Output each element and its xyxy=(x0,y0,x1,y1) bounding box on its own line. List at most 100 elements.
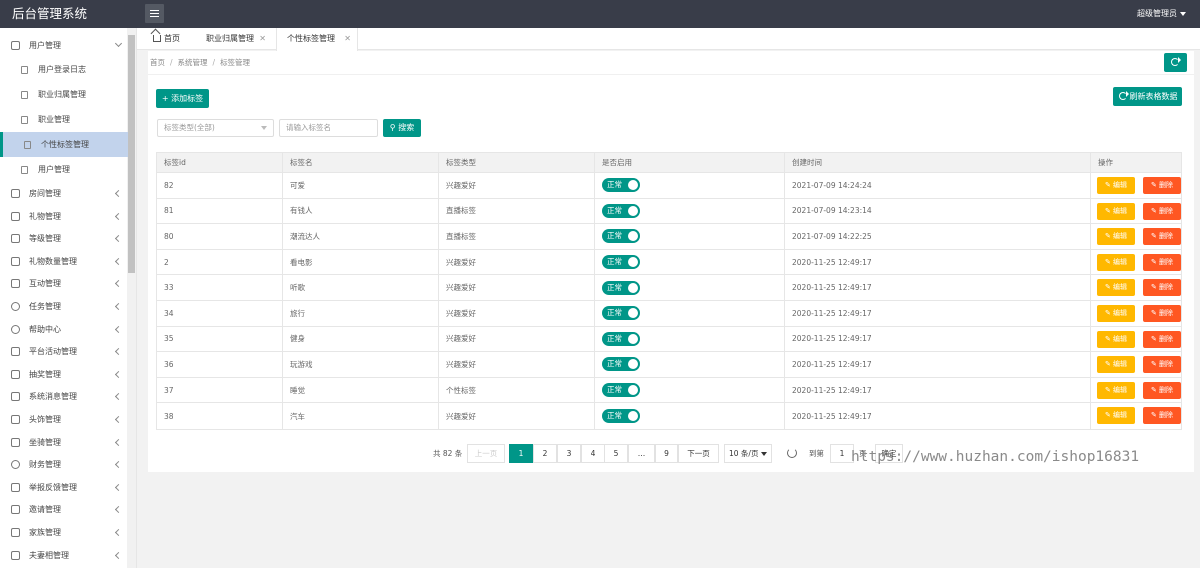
delete-button[interactable]: ✎ 删除 xyxy=(1143,253,1181,271)
tab-personal-tag[interactable]: 个性标签管理 ✕ xyxy=(276,28,358,51)
status-label: 正常 xyxy=(607,205,622,215)
refresh-icon xyxy=(1119,91,1129,100)
grid-icon xyxy=(11,505,20,515)
cell-actions: ✎ 编辑 ✎ 删除 xyxy=(1090,300,1183,326)
sidebar-item[interactable]: 邀请管理 xyxy=(0,499,128,521)
sidebar-subitem[interactable]: 用户管理 xyxy=(0,157,128,182)
page-button[interactable]: 9 xyxy=(655,444,678,463)
pencil-icon: ✎ xyxy=(1104,411,1111,420)
edit-button[interactable]: ✎ 编辑 xyxy=(1097,381,1135,399)
status-toggle[interactable]: 正常 xyxy=(602,357,640,372)
sidebar-subitem[interactable]: 职业归属管理 xyxy=(0,82,128,107)
sidebar-item[interactable]: 礼物管理 xyxy=(0,206,128,228)
refresh-page-button[interactable] xyxy=(1164,53,1187,72)
delete-label: 删除 xyxy=(1159,385,1174,394)
user-menu[interactable]: 超级管理员 xyxy=(1137,0,1186,28)
sidebar-item[interactable]: 平台活动管理 xyxy=(0,341,128,363)
sidebar-item[interactable]: 互动管理 xyxy=(0,273,128,295)
tab-home[interactable]: 首页 xyxy=(143,28,191,50)
refresh-icon[interactable] xyxy=(787,448,797,458)
breadcrumb-system[interactable]: 系统管理 xyxy=(178,58,208,67)
sidebar-item[interactable]: 系统消息管理 xyxy=(0,386,128,408)
delete-button[interactable]: ✎ 删除 xyxy=(1143,381,1181,399)
delete-button[interactable]: ✎ 删除 xyxy=(1143,304,1181,322)
status-toggle[interactable]: 正常 xyxy=(602,383,640,398)
warning-icon xyxy=(11,482,20,492)
sidebar-item[interactable]: 夫妻相管理 xyxy=(0,545,128,567)
add-tag-button[interactable]: + 添加标签 xyxy=(156,89,209,108)
cell-id: 81 xyxy=(164,206,174,216)
tag-name-input[interactable]: 请输入标签名 xyxy=(279,119,378,137)
edit-button[interactable]: ✎ 编辑 xyxy=(1097,253,1135,271)
sidebar-item[interactable]: 家族管理 xyxy=(0,522,128,544)
status-toggle[interactable]: 正常 xyxy=(602,203,640,218)
edit-button[interactable]: ✎ 编辑 xyxy=(1097,279,1135,297)
menu-toggle-button[interactable] xyxy=(145,4,164,23)
sidebar-item[interactable]: 等级管理 xyxy=(0,228,128,250)
sidebar-item[interactable]: 任务管理 xyxy=(0,296,128,318)
edit-button[interactable]: ✎ 编辑 xyxy=(1097,228,1135,246)
document-icon xyxy=(21,66,28,74)
sidebar-scrollbar[interactable] xyxy=(127,28,136,568)
edit-button[interactable]: ✎ 编辑 xyxy=(1097,304,1135,322)
sidebar-subitem[interactable]: 个性标签管理 xyxy=(0,132,128,157)
cell-id: 37 xyxy=(164,385,174,395)
page-button[interactable]: 3 xyxy=(557,444,581,463)
tab-label: 个性标签管理 xyxy=(287,34,335,43)
page-button[interactable]: 1 xyxy=(509,444,533,463)
scrollbar-thumb[interactable] xyxy=(128,35,135,273)
edit-button[interactable]: ✎ 编辑 xyxy=(1097,177,1135,194)
page-size-select[interactable]: 10 条/页 xyxy=(724,444,772,463)
sidebar-item[interactable]: 举报反馈管理 xyxy=(0,477,128,499)
status-toggle[interactable]: 正常 xyxy=(602,255,640,270)
chevron-left-icon xyxy=(114,438,123,446)
status-toggle[interactable]: 正常 xyxy=(602,280,640,295)
page-button[interactable]: 2 xyxy=(533,444,557,463)
delete-button[interactable]: ✎ 删除 xyxy=(1143,177,1181,194)
close-icon[interactable]: ✕ xyxy=(259,28,266,50)
page-button[interactable]: 4 xyxy=(581,444,605,463)
sidebar-item[interactable]: 财务管理 xyxy=(0,454,128,476)
table-row: 35 健身 兴趣爱好 正常 2020-11-25 12:49:17 ✎ 编辑 ✎ 删除 xyxy=(157,326,1181,353)
prev-page-button[interactable]: 上一页 xyxy=(467,444,505,463)
status-toggle[interactable]: 正常 xyxy=(602,331,640,346)
next-page-button[interactable]: 下一页 xyxy=(678,444,719,463)
status-toggle[interactable]: 正常 xyxy=(602,409,640,424)
cell-status: 正常 xyxy=(594,173,784,198)
page-button[interactable]: … xyxy=(628,444,655,463)
sidebar-subitem[interactable]: 职业管理 xyxy=(0,107,128,132)
sidebar-subitem[interactable]: 用户登录日志 xyxy=(0,57,128,82)
edit-button[interactable]: ✎ 编辑 xyxy=(1097,202,1135,220)
chevron-left-icon xyxy=(114,212,123,220)
cell-status: 正常 xyxy=(594,224,784,249)
status-toggle[interactable]: 正常 xyxy=(602,306,640,321)
delete-button[interactable]: ✎ 删除 xyxy=(1143,228,1181,246)
edit-button[interactable]: ✎ 编辑 xyxy=(1097,356,1135,374)
sidebar-item[interactable]: 礼物数量管理 xyxy=(0,251,128,273)
page-button[interactable]: 5 xyxy=(604,444,628,463)
edit-button[interactable]: ✎ 编辑 xyxy=(1097,330,1135,348)
tag-type-select[interactable]: 标签类型(全部) xyxy=(157,119,274,137)
sidebar-item[interactable]: 房间管理 xyxy=(0,183,128,205)
delete-button[interactable]: ✎ 删除 xyxy=(1143,407,1181,425)
tab-occupation-belong[interactable]: 职业归属管理 ✕ xyxy=(196,28,272,50)
delete-button[interactable]: ✎ 删除 xyxy=(1143,202,1181,220)
breadcrumb-home[interactable]: 首页 xyxy=(150,58,165,67)
status-toggle[interactable]: 正常 xyxy=(602,178,640,193)
sidebar-item[interactable]: 头饰管理 xyxy=(0,409,128,431)
delete-button[interactable]: ✎ 删除 xyxy=(1143,279,1181,297)
sidebar-item[interactable]: 坐骑管理 xyxy=(0,432,128,454)
refresh-table-button[interactable]: 刷新表格数据 xyxy=(1113,87,1182,106)
search-button[interactable]: ⚲ 搜索 xyxy=(383,119,421,137)
sidebar-item[interactable]: 抽奖管理 xyxy=(0,364,128,386)
cell-type: 直播标签 xyxy=(438,198,594,224)
sidebar-item[interactable]: 帮助中心 xyxy=(0,319,128,341)
cell-type: 直播标签 xyxy=(438,224,594,249)
pencil-icon: ✎ xyxy=(1104,385,1111,394)
sidebar-group-user-management[interactable]: 用户管理 xyxy=(0,35,128,57)
status-toggle[interactable]: 正常 xyxy=(602,229,640,244)
delete-button[interactable]: ✎ 删除 xyxy=(1143,356,1181,374)
delete-button[interactable]: ✎ 删除 xyxy=(1143,330,1181,348)
edit-button[interactable]: ✎ 编辑 xyxy=(1097,407,1135,425)
close-icon[interactable]: ✕ xyxy=(344,28,351,50)
